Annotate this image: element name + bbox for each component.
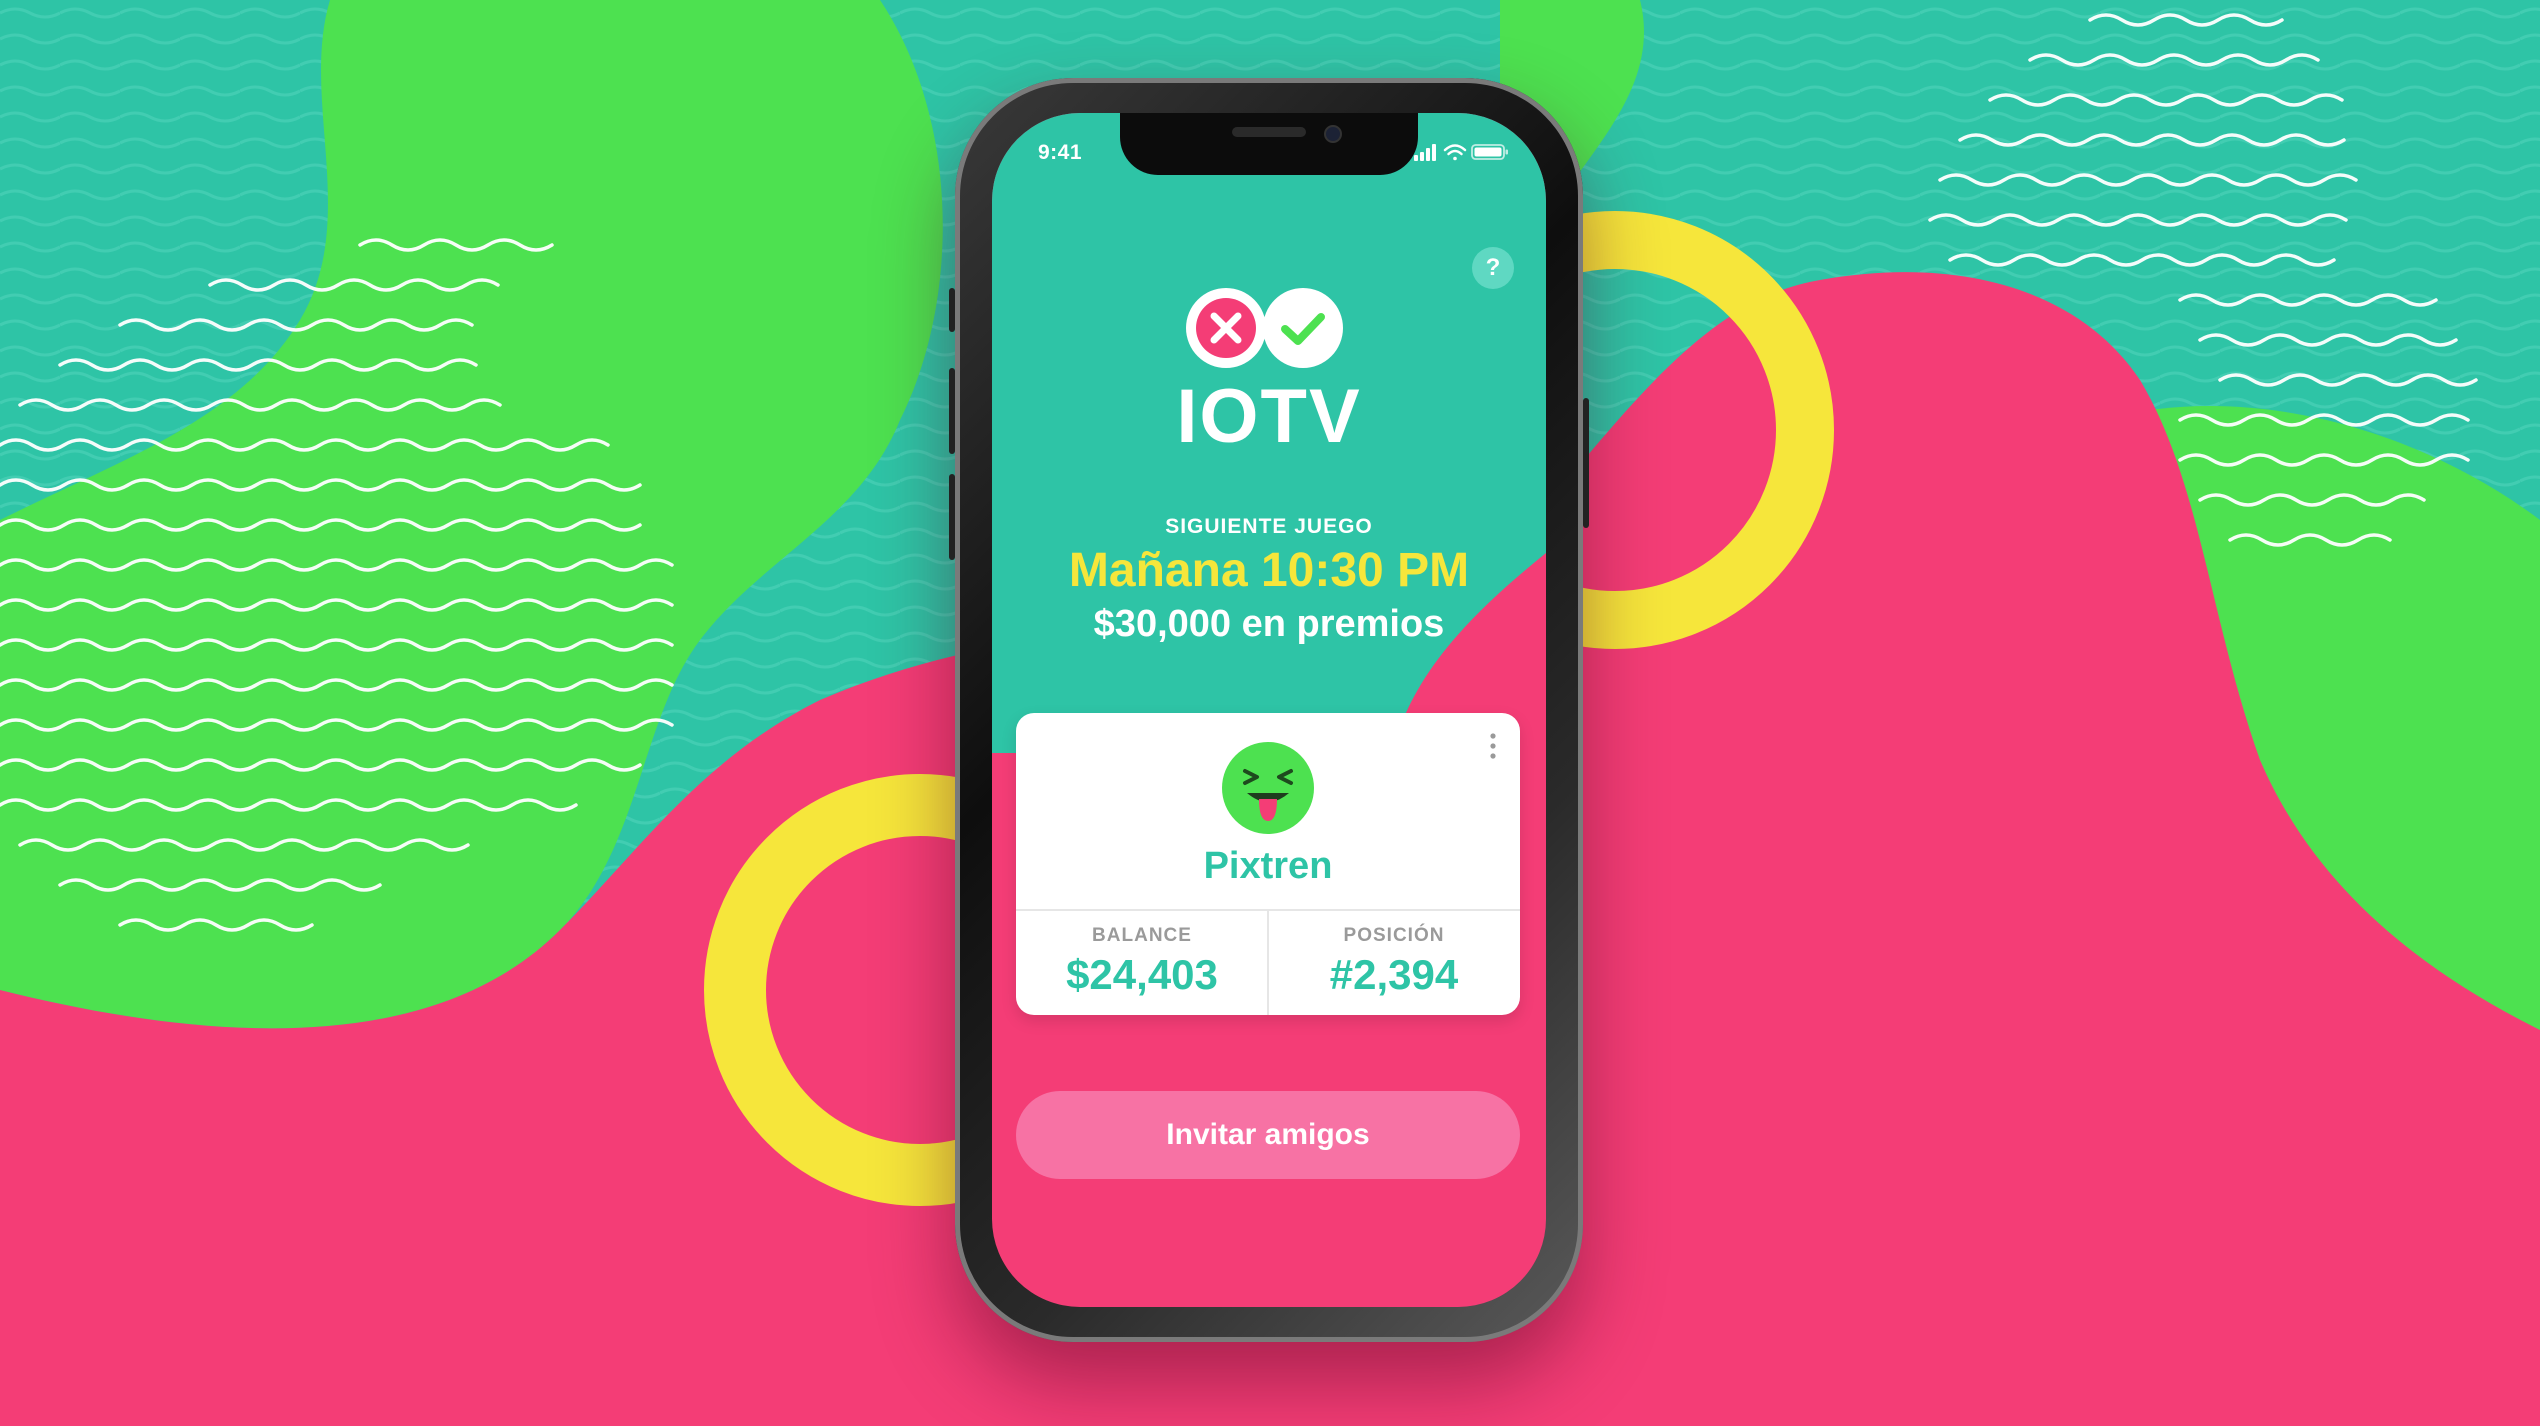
signal-icon [1414, 144, 1436, 161]
more-vertical-icon[interactable] [1490, 733, 1496, 759]
prize-amount: $30,000 en premios [1093, 603, 1445, 645]
volume-up-button [949, 368, 955, 454]
tongue-out-emoji-icon [1222, 742, 1314, 834]
invite-friends-button[interactable]: Invitar amigos [1016, 1091, 1520, 1179]
status-icons [1414, 142, 1510, 162]
phone-mockup: 9:41 ? IOTV SIGUIENTE JUEGO Mañana 10:30… [949, 78, 1589, 1342]
balance-label: BALANCE [1092, 925, 1192, 946]
next-game-label: SIGUIENTE JUEGO [1165, 515, 1373, 538]
check-mark-icon [1263, 288, 1343, 368]
app-screen: 9:41 ? IOTV SIGUIENTE JUEGO Mañana 10:30… [992, 113, 1546, 1307]
x-mark-icon [1186, 288, 1266, 368]
front-camera [1324, 125, 1342, 143]
app-title: IOTV [1176, 374, 1362, 459]
balance-stat: BALANCE $24,403 [1016, 925, 1268, 999]
position-label: POSICIÓN [1343, 925, 1445, 946]
status-time: 9:41 [1038, 141, 1083, 164]
app-logo [1182, 283, 1347, 373]
speaker-grille [1232, 127, 1306, 137]
volume-down-button [949, 474, 955, 560]
wifi-icon [1443, 144, 1467, 161]
position-value: #2,394 [1329, 951, 1459, 998]
username: Pixtren [1203, 845, 1333, 887]
next-game-time: Mañana 10:30 PM [1068, 544, 1470, 597]
mute-switch [949, 288, 955, 332]
position-stat: POSICIÓN #2,394 [1268, 925, 1520, 999]
profile-card: Pixtren BALANCE $24,403 POSICIÓN #2,394 [1016, 713, 1520, 1015]
side-button [1583, 398, 1589, 528]
balance-value: $24,403 [1066, 951, 1218, 998]
battery-icon [1471, 144, 1508, 160]
help-button[interactable]: ? [1472, 247, 1514, 289]
device-notch [1120, 113, 1418, 175]
